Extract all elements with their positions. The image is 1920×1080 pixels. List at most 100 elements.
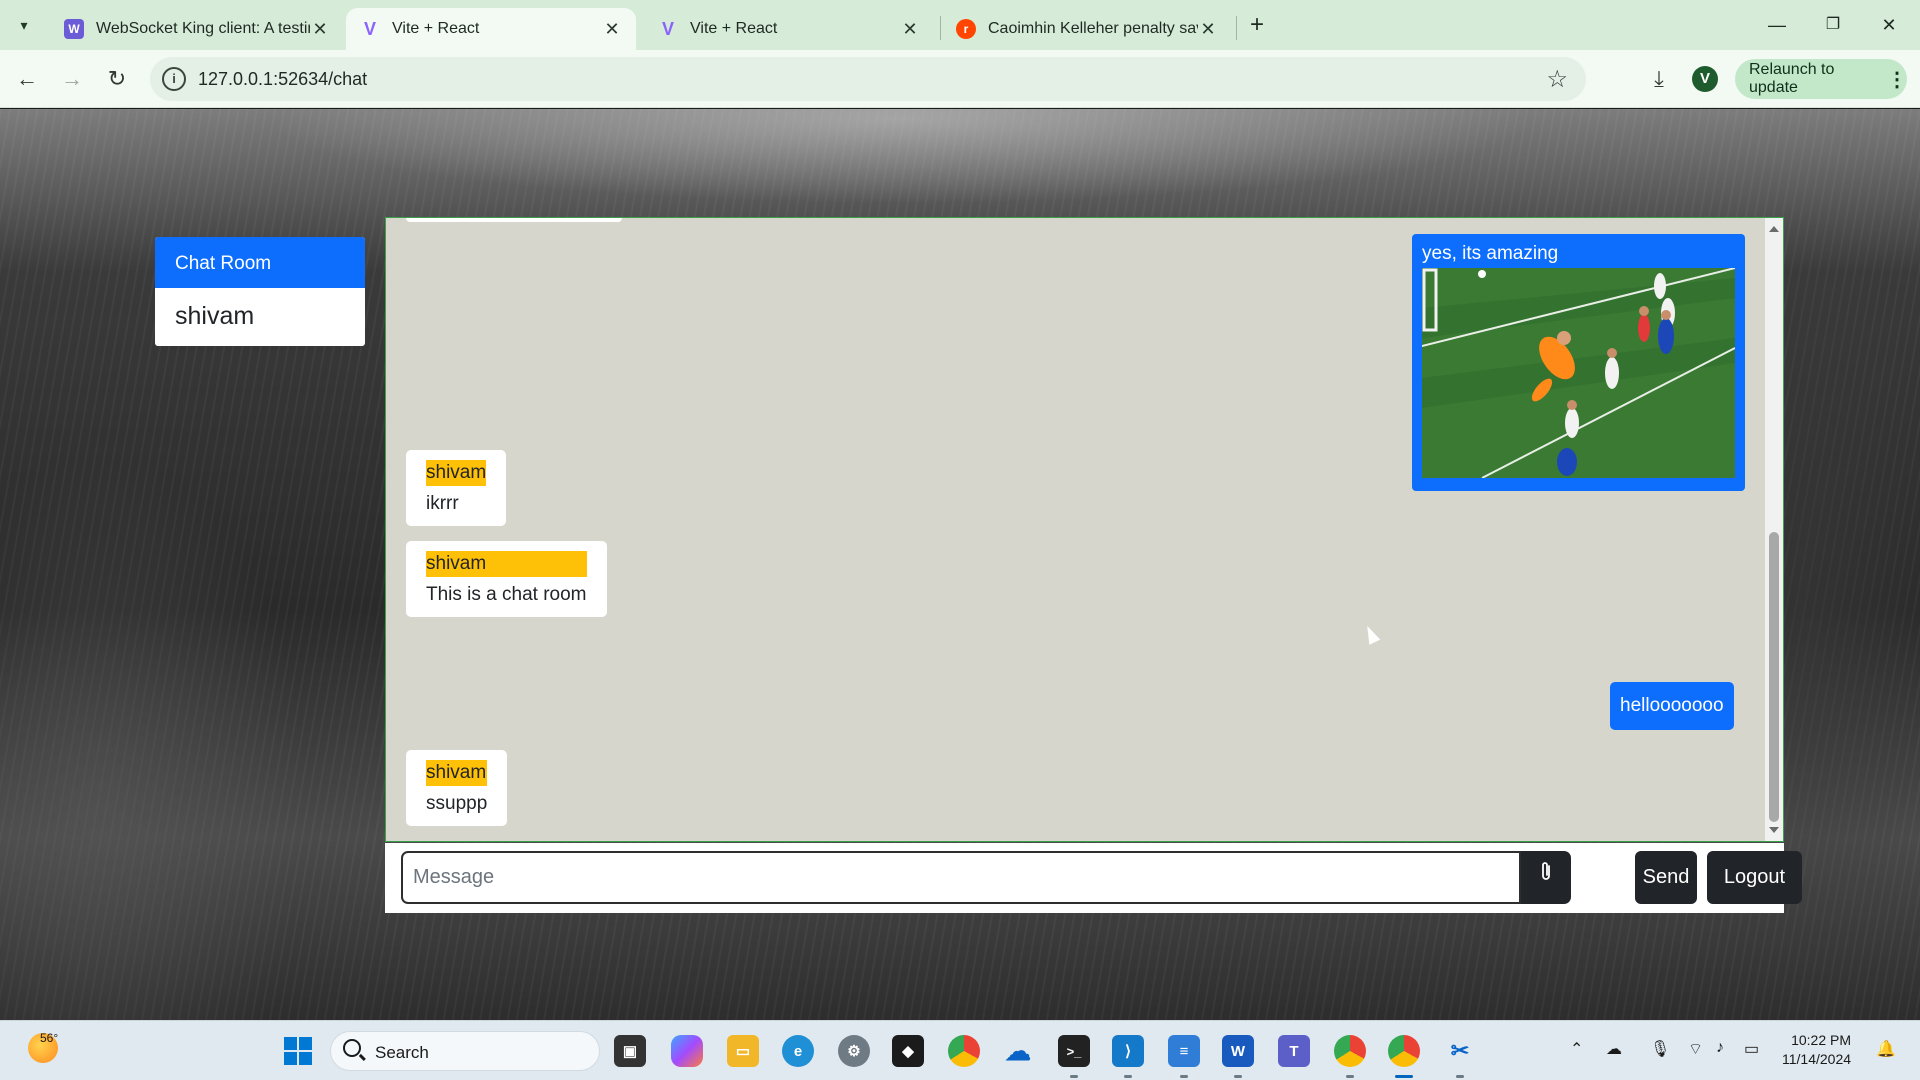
scroll-down-arrow-icon[interactable]	[1769, 827, 1779, 833]
chrome-icon[interactable]	[948, 1035, 980, 1067]
message-composer: Send Logout	[385, 843, 1802, 913]
weather-temperature: 56°	[40, 1031, 59, 1045]
teams-icon[interactable]: T	[1278, 1035, 1310, 1067]
running-indicator	[1070, 1075, 1078, 1078]
file-explorer-icon[interactable]: ▭	[727, 1035, 759, 1067]
bookmark-star-icon[interactable]: ☆	[1546, 65, 1568, 94]
relaunch-label: Relaunch to update	[1749, 61, 1835, 96]
tab-title: Caoimhin Kelleher penalty save	[988, 20, 1198, 37]
settings-gear-icon[interactable]: ⚙	[838, 1035, 870, 1067]
page-background: Chat Room shivam yes, its amazing shivam…	[0, 109, 1920, 1020]
tab-search-chevron-icon[interactable]: ▾	[8, 10, 40, 40]
tab-reddit[interactable]: r Caoimhin Kelleher penalty save ✕	[942, 8, 1232, 50]
message-input[interactable]	[401, 851, 1521, 904]
battery-icon[interactable]: ▭	[1744, 1039, 1759, 1059]
message-text: This is a chat room	[426, 584, 587, 605]
message-text: ssuppp	[426, 793, 488, 814]
running-indicator	[1346, 1075, 1354, 1078]
clock-date: 11/14/2024	[1782, 1051, 1852, 1067]
sidebar-user-item[interactable]: shivam	[155, 288, 365, 346]
notification-bell-icon[interactable]: 🔔	[1876, 1039, 1896, 1059]
tab-title: Vite + React	[392, 20, 480, 37]
running-indicator	[1234, 1075, 1242, 1078]
close-tab-icon[interactable]: ✕	[310, 19, 330, 40]
more-menu-icon: ⋮	[1887, 68, 1907, 91]
reddit-icon: r	[956, 19, 976, 39]
reload-icon[interactable]: ↻	[100, 62, 134, 96]
message-sender: shivam	[426, 551, 587, 577]
search-icon	[343, 1039, 361, 1057]
paperclip-glyph	[1542, 862, 1550, 880]
vite-icon: V	[661, 18, 674, 39]
outgoing-text-message: hellooooooo	[1610, 682, 1734, 730]
copilot-icon[interactable]	[671, 1035, 703, 1067]
terminal-icon[interactable]: >_	[1058, 1035, 1090, 1067]
windows-taskbar: 56° Search ▣ ▭ e ⚙ ◆ ☁ >_ ⟩ ≡ W T ✂ ⌃ ☁ …	[0, 1020, 1920, 1080]
send-button[interactable]: Send	[1635, 851, 1697, 904]
outgoing-image-message: yes, its amazing	[1412, 234, 1745, 491]
url-text[interactable]: 127.0.0.1:52634/chat	[198, 69, 367, 90]
browser-tab-bar: ▾ W WebSocket King client: A testin ✕ V …	[0, 0, 1920, 50]
forward-arrow-icon[interactable]: →	[55, 62, 89, 96]
incoming-message: shivam This is a chat room	[406, 541, 607, 617]
close-tab-icon[interactable]: ✕	[900, 19, 920, 40]
message-sender: shivam	[426, 460, 487, 486]
active-app-indicator	[1395, 1075, 1413, 1078]
tab-vite-react-active[interactable]: V Vite + React ✕	[346, 8, 636, 50]
chrome-active-icon[interactable]	[1388, 1035, 1420, 1067]
taskbar-search[interactable]: Search	[330, 1031, 600, 1071]
task-view-icon[interactable]: ▣	[614, 1035, 646, 1067]
new-tab-plus-icon[interactable]: +	[1243, 12, 1271, 40]
profile-avatar[interactable]: V	[1692, 66, 1718, 92]
download-icon[interactable]: ⤓	[1642, 62, 1676, 96]
address-bar[interactable]: i 127.0.0.1:52634/chat ☆	[150, 57, 1586, 101]
tab-separator	[940, 16, 941, 40]
incoming-message: shivam ikrrr	[406, 450, 507, 526]
start-glyph	[284, 1037, 312, 1065]
running-indicator	[1124, 1075, 1132, 1078]
chat-scrollbar[interactable]	[1765, 218, 1783, 841]
tab-title: Vite + React	[690, 20, 778, 37]
restore-icon[interactable]: ❐	[1810, 8, 1856, 42]
football-goalkeeper-photo[interactable]	[1422, 268, 1735, 478]
photo-graphic	[1422, 268, 1735, 478]
vscode-icon[interactable]: ⟩	[1112, 1035, 1144, 1067]
edge-icon[interactable]: e	[782, 1035, 814, 1067]
logout-button[interactable]: Logout	[1707, 851, 1802, 904]
chat-messages-panel: yes, its amazing shivam ikrrr shivam Thi…	[385, 217, 1784, 842]
volume-icon[interactable]: ♪	[1716, 1039, 1724, 1057]
tray-overflow-chevron-icon[interactable]: ⌃	[1570, 1039, 1583, 1059]
site-info-icon[interactable]: i	[162, 67, 186, 91]
tab-websocket-king[interactable]: W WebSocket King client: A testin ✕	[50, 8, 344, 50]
windows-start-icon[interactable]	[282, 1035, 314, 1067]
scrollbar-thumb[interactable]	[1769, 532, 1779, 822]
previous-message-edge	[406, 218, 622, 222]
chat-sidebar: Chat Room shivam	[155, 237, 365, 346]
tab-vite-react[interactable]: V Vite + React ✕	[644, 8, 934, 50]
notepad-icon[interactable]: ≡	[1168, 1035, 1200, 1067]
minimize-icon[interactable]: —	[1754, 8, 1800, 42]
snipping-tool-icon[interactable]: ✂	[1444, 1035, 1476, 1067]
running-indicator	[1456, 1075, 1464, 1078]
tab-title: WebSocket King client: A testin	[96, 20, 310, 37]
vite-icon: V	[363, 18, 376, 39]
onedrive-cloud-icon[interactable]: ☁	[1002, 1035, 1034, 1067]
wifi-icon[interactable]: ⌔	[1688, 1039, 1703, 1059]
back-arrow-icon[interactable]: ←	[10, 62, 44, 96]
word-icon[interactable]: W	[1222, 1035, 1254, 1067]
system-clock[interactable]: 10:22 PM 11/14/2024	[1782, 1031, 1851, 1069]
message-sender: shivam	[426, 760, 488, 786]
incoming-message: shivam ssuppp	[406, 750, 508, 826]
paperclip-icon[interactable]	[1521, 851, 1571, 904]
close-tab-icon[interactable]: ✕	[602, 19, 622, 40]
close-tab-icon[interactable]: ✕	[1198, 19, 1218, 40]
onedrive-offline-icon[interactable]: ☁	[1606, 1039, 1622, 1059]
browser-toolbar: ← → ↻ i 127.0.0.1:52634/chat ☆ ⤓	[0, 50, 1920, 108]
scroll-up-arrow-icon[interactable]	[1769, 226, 1779, 232]
running-indicator	[1180, 1075, 1188, 1078]
chrome-profile-icon[interactable]	[1334, 1035, 1366, 1067]
relaunch-to-update-button[interactable]: Relaunch to update ⋮	[1735, 59, 1907, 99]
microphone-icon[interactable]: 🎙	[1650, 1039, 1670, 1059]
predator-sense-icon[interactable]: ◆	[892, 1035, 924, 1067]
close-window-icon[interactable]: ✕	[1866, 8, 1912, 42]
